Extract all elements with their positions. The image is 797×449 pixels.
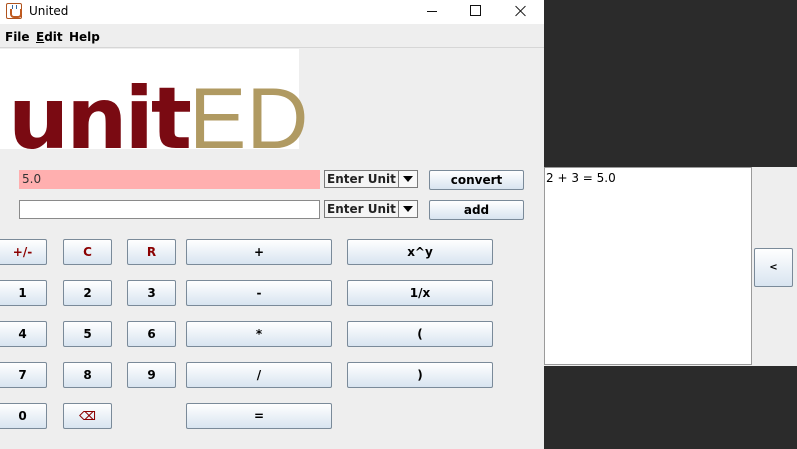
- digit-3-button[interactable]: 3: [127, 280, 176, 306]
- java-cup-icon: [6, 3, 22, 19]
- clear-button[interactable]: C: [63, 239, 112, 265]
- menu-edit[interactable]: Edit: [36, 30, 63, 44]
- united-logo: unitED: [8, 73, 309, 165]
- digit-5-button[interactable]: 5: [63, 321, 112, 347]
- reset-button[interactable]: R: [127, 239, 176, 265]
- divide-button[interactable]: /: [186, 362, 332, 388]
- maximize-button[interactable]: [452, 0, 498, 24]
- chevron-down-icon[interactable]: [398, 171, 417, 187]
- history-entry: 2 + 3 = 5.0: [546, 171, 616, 185]
- unit-select-1-value: Enter Unit: [327, 172, 396, 186]
- open-paren-button[interactable]: (: [347, 321, 493, 347]
- value-input[interactable]: 5.0: [19, 170, 320, 189]
- menu-help[interactable]: Help: [69, 30, 100, 44]
- reciprocal-button[interactable]: 1/x: [347, 280, 493, 306]
- power-button[interactable]: x^y: [347, 239, 493, 265]
- minimize-button[interactable]: [408, 0, 454, 24]
- collapse-history-button[interactable]: <: [754, 248, 793, 287]
- plus-button[interactable]: +: [186, 239, 332, 265]
- history-list[interactable]: 2 + 3 = 5.0: [544, 167, 752, 365]
- logo-unit-text: unit: [8, 69, 192, 169]
- menu-bar: File Edit Help: [0, 27, 544, 48]
- logo-ed-text: ED: [189, 71, 309, 167]
- digit-6-button[interactable]: 6: [127, 321, 176, 347]
- app-window: United File Edit Help unitED 5.0 Enter U…: [0, 0, 544, 449]
- close-paren-button[interactable]: ): [347, 362, 493, 388]
- unit-select-2[interactable]: Enter Unit: [324, 200, 418, 218]
- window-title: United: [29, 4, 69, 18]
- digit-2-button[interactable]: 2: [63, 280, 112, 306]
- minus-button[interactable]: -: [186, 280, 332, 306]
- unit-select-2-value: Enter Unit: [327, 202, 396, 216]
- menu-file[interactable]: File: [5, 30, 30, 44]
- backspace-icon: ⌫: [79, 409, 96, 423]
- close-button[interactable]: [498, 0, 544, 24]
- add-button[interactable]: add: [429, 200, 524, 220]
- logo-banner: unitED: [0, 49, 309, 165]
- digit-1-button[interactable]: 1: [0, 280, 47, 306]
- digit-9-button[interactable]: 9: [127, 362, 176, 388]
- unit-select-1[interactable]: Enter Unit: [324, 170, 418, 188]
- result-field[interactable]: [19, 200, 320, 219]
- convert-button[interactable]: convert: [429, 170, 524, 190]
- negate-button[interactable]: +/-: [0, 239, 47, 265]
- title-bar: United: [0, 0, 544, 24]
- digit-7-button[interactable]: 7: [0, 362, 47, 388]
- equals-button[interactable]: =: [186, 403, 332, 429]
- digit-4-button[interactable]: 4: [0, 321, 47, 347]
- chevron-down-icon[interactable]: [398, 201, 417, 217]
- digit-0-button[interactable]: 0: [0, 403, 47, 429]
- multiply-button[interactable]: *: [186, 321, 332, 347]
- digit-8-button[interactable]: 8: [63, 362, 112, 388]
- backspace-button[interactable]: ⌫: [63, 403, 112, 429]
